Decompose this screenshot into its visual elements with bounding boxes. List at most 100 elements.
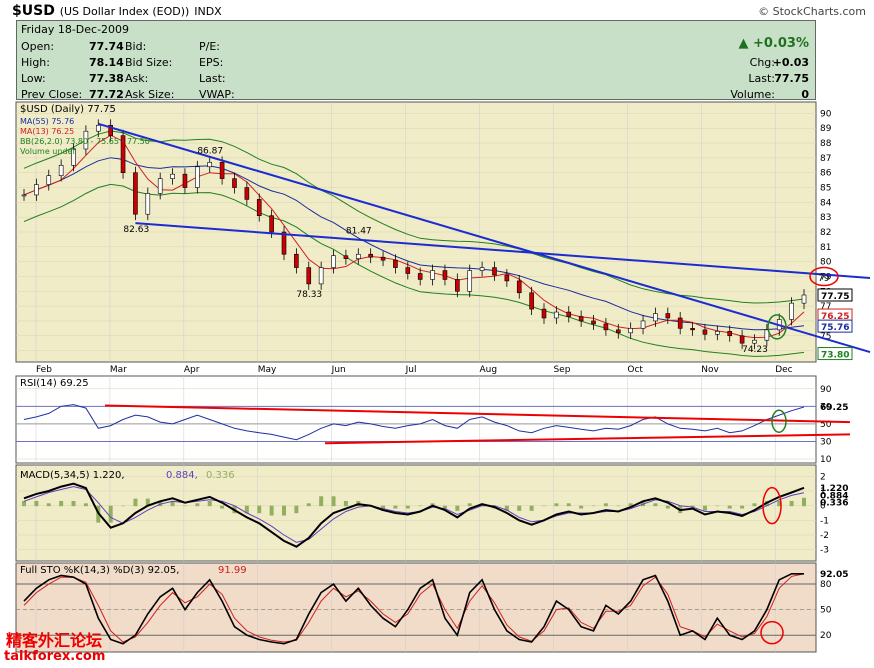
legend-entry: MA(55) 75.76 — [20, 117, 74, 126]
x-tick-label: Nov — [701, 365, 719, 375]
candle-body — [318, 267, 324, 285]
macd-histogram-bar — [182, 505, 187, 507]
sto-title: Full STO %K(14,3) %D(3) 92.05, — [20, 565, 179, 576]
candle-body — [529, 292, 534, 310]
candle-body — [380, 256, 386, 261]
price-annotation: 74.23 — [742, 345, 768, 355]
candle-body — [95, 124, 101, 132]
macd-histogram-bar — [702, 505, 707, 511]
candle-body — [789, 302, 794, 320]
x-tick-label: Aug — [480, 365, 498, 375]
candle-body — [665, 313, 671, 319]
candle-body — [492, 267, 497, 276]
candle-body — [479, 267, 485, 271]
y-tick-label: 10 — [820, 455, 832, 465]
y-tick-label: 20 — [820, 631, 832, 641]
candle-body — [207, 162, 213, 168]
y-tick-label: 50 — [820, 606, 832, 616]
candle-body — [34, 184, 39, 196]
macd-histogram-bar — [257, 505, 262, 514]
macd-histogram-bar — [405, 505, 410, 509]
y-tick-label: 82 — [820, 228, 831, 238]
macd-histogram-bar — [752, 503, 757, 507]
candle-body — [133, 172, 138, 215]
macd-histogram-bar — [418, 505, 423, 507]
x-tick-label: Feb — [36, 365, 52, 375]
macd-current-label: 0.336 — [820, 499, 848, 509]
price-annotation: 79 — [818, 274, 830, 284]
candle-body — [355, 253, 361, 259]
macd-histogram-bar — [740, 505, 745, 509]
macd-histogram-bar — [393, 505, 398, 509]
price-annotation: 78.33 — [296, 290, 322, 300]
macd-histogram-bar — [665, 505, 670, 509]
candle-body — [232, 178, 237, 188]
candle-body — [541, 308, 547, 319]
macd-histogram-bar — [727, 505, 732, 509]
macd-histogram-bar — [467, 503, 472, 507]
macd-histogram-bar — [269, 505, 274, 516]
y-tick-label: 84 — [820, 198, 832, 208]
candle-body — [615, 329, 621, 334]
price-annotation: 82.63 — [123, 225, 149, 235]
y-tick-label: 83 — [820, 213, 831, 223]
sto-d-value: 91.99 — [218, 565, 247, 576]
macd-histogram-bar — [331, 496, 336, 507]
y-tick-label: 30 — [820, 437, 832, 447]
y-tick-label: 86 — [820, 169, 832, 179]
macd-histogram-bar — [306, 503, 311, 507]
candle-body — [170, 173, 175, 179]
y-tick-label: 90 — [820, 109, 832, 119]
candle-body — [752, 339, 757, 344]
candle-body — [455, 279, 460, 292]
macd-histogram-bar — [802, 497, 806, 507]
macd-histogram-bar — [71, 500, 76, 507]
y-tick-label: 85 — [820, 184, 831, 194]
x-tick-label: Jul — [405, 365, 417, 375]
macd-histogram-bar — [108, 505, 113, 523]
y-tick-label: 80 — [820, 580, 832, 590]
candle-body — [58, 164, 64, 176]
candle-body — [504, 274, 510, 282]
candle-body — [715, 331, 720, 335]
x-tick-label: Apr — [184, 365, 200, 375]
candle-body — [591, 320, 596, 325]
price-label: 75.76 — [821, 323, 849, 333]
candle-body — [653, 313, 658, 322]
candle-body — [306, 267, 312, 285]
pane-3-frame — [15, 562, 817, 653]
x-tick-label: Oct — [627, 365, 643, 375]
candle-body — [640, 320, 646, 329]
x-tick-label: Dec — [775, 365, 792, 375]
macd-histogram-bar — [715, 505, 720, 507]
macd-histogram-bar — [282, 505, 286, 516]
price-annotation: 86.87 — [197, 146, 223, 156]
legend-entry: Volume undef — [20, 147, 75, 156]
macd-histogram-bar — [22, 500, 26, 507]
macd-histogram-bar — [195, 503, 200, 507]
candle-body — [195, 166, 200, 188]
candle-body — [269, 215, 274, 233]
watermark-chinese: 精客外汇论坛 — [6, 631, 103, 650]
candle-body — [145, 193, 151, 215]
y-tick-label: 2 — [820, 472, 826, 482]
candle-body — [331, 255, 336, 268]
candle-body — [21, 194, 27, 197]
price-chart-title: $USD (Daily) 77.75 — [20, 104, 116, 115]
macd-histogram-bar — [517, 505, 522, 511]
macd-histogram-bar — [83, 503, 88, 507]
chart-canvas: 9089888786858483828180797877767574907050… — [15, 101, 871, 653]
candle-body — [801, 294, 807, 304]
y-tick-label: 88 — [820, 139, 832, 149]
macd-histogram-bar — [207, 500, 212, 507]
macd-histogram-bar — [529, 505, 534, 511]
candle-body — [702, 329, 708, 335]
candle-body — [368, 253, 373, 258]
macd-histogram-bar — [566, 503, 571, 507]
macd-histogram-bar — [789, 500, 794, 507]
price-label: 73.80 — [821, 351, 849, 361]
macd-histogram-bar — [653, 503, 658, 507]
macd-histogram-bar — [603, 503, 608, 507]
candle-body — [256, 199, 262, 216]
rsi-title: RSI(14) 69.25 — [20, 378, 89, 389]
